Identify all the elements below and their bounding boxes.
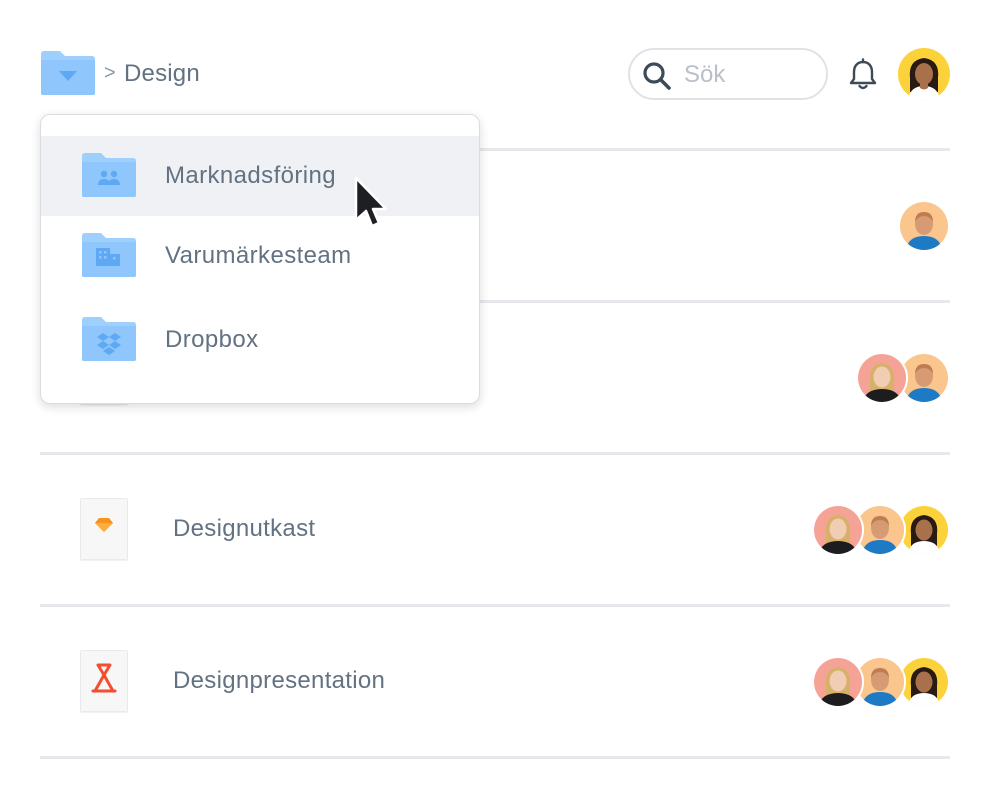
search-input[interactable] (684, 60, 814, 90)
file-row[interactable]: Designutkast (40, 455, 950, 605)
file-thumbnail (80, 498, 128, 560)
collaborator-avatar (812, 504, 864, 556)
collaborator-avatar (898, 200, 950, 252)
breadcrumb-separator: > (104, 62, 116, 84)
collaborator-avatars (812, 504, 950, 556)
menu-item-dropbox[interactable]: Dropbox (41, 300, 479, 380)
acrobat-file-icon (91, 663, 117, 693)
list-divider (40, 756, 950, 759)
collaborator-avatar (812, 656, 864, 708)
search-icon (643, 62, 671, 90)
file-row[interactable]: Designpresentation (40, 607, 950, 757)
user-avatar[interactable] (898, 48, 950, 100)
sketch-file-icon (95, 518, 113, 532)
company-folder-icon (82, 233, 136, 277)
search-box[interactable] (628, 48, 828, 100)
dropbox-folder-icon (82, 317, 136, 361)
file-name[interactable]: Designpresentation (173, 667, 385, 695)
team-folder-icon (82, 153, 136, 197)
menu-item-label: Marknadsföring (165, 162, 337, 189)
file-thumbnail (80, 650, 128, 712)
breadcrumb-current-folder: Design (124, 60, 200, 87)
collaborator-avatar (856, 352, 908, 404)
menu-item-varumarkesteam[interactable]: Varumärkesteam (41, 216, 479, 296)
collaborator-avatars (812, 656, 950, 708)
menu-item-label: Dropbox (165, 326, 259, 353)
collaborator-avatars (856, 352, 950, 404)
folder-switcher-menu: Marknadsföring Varumärkesteam Dropbox (40, 114, 480, 404)
menu-item-marknadsforing[interactable]: Marknadsföring (41, 136, 479, 216)
file-name[interactable]: Designutkast (173, 515, 315, 543)
collaborator-avatars (898, 200, 950, 252)
folder-dropdown-icon[interactable] (40, 50, 96, 96)
bell-icon[interactable] (846, 58, 880, 92)
menu-item-label: Varumärkesteam (165, 242, 352, 269)
top-bar: > Design (0, 0, 990, 120)
